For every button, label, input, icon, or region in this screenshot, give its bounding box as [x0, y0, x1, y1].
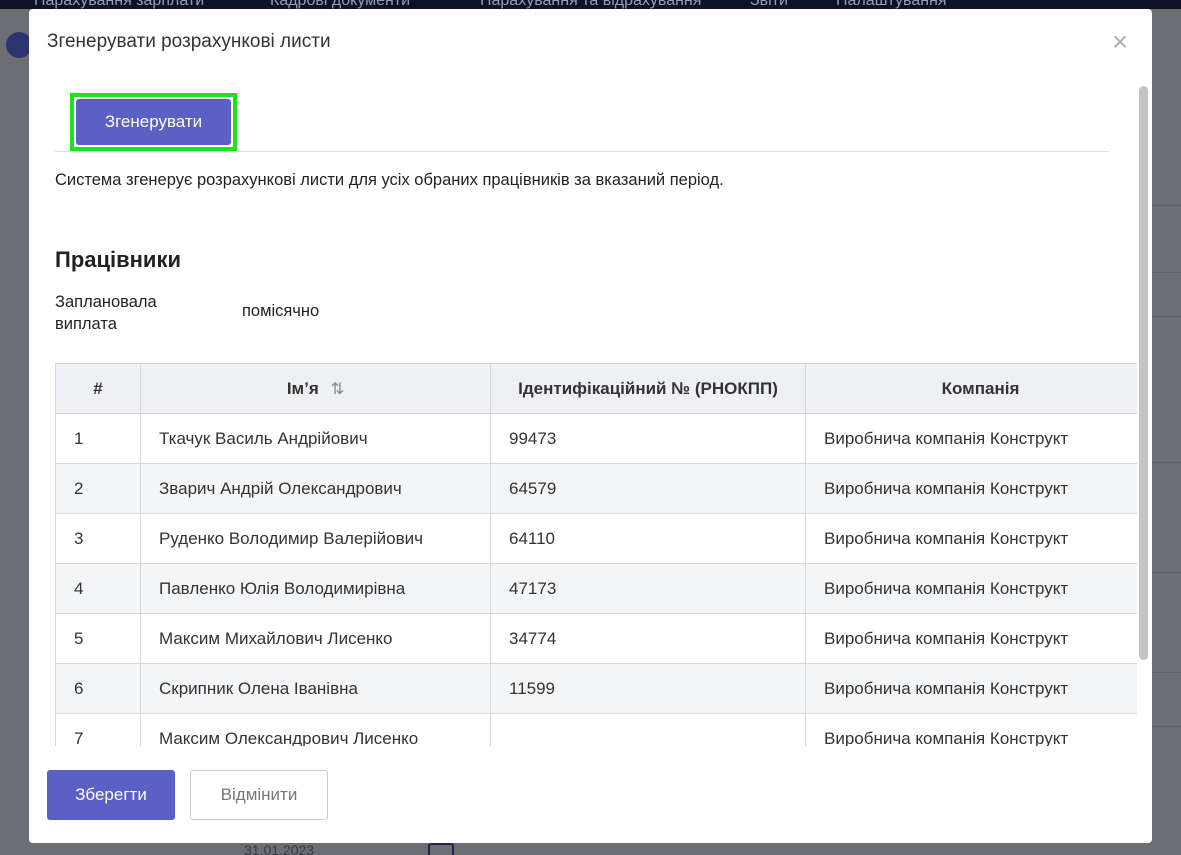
bg-nav-item: Налаштування: [836, 0, 947, 9]
column-header-label: #: [93, 378, 103, 398]
cell-id: 99473: [490, 413, 806, 464]
cell-name: Ткачук Василь Андрійович: [140, 413, 491, 464]
cell-company: Виробнича компанія Конструкт: [805, 613, 1137, 664]
table-row[interactable]: 3 Руденко Володимир Валерійович 64110 Ви…: [55, 513, 1137, 564]
bg-nav-item: Парахування зарплати: [34, 0, 205, 9]
divider: [55, 151, 1109, 152]
cell-name: Руденко Володимир Валерійович: [140, 513, 491, 564]
planned-payment-value: помісячно: [242, 302, 320, 320]
cancel-button[interactable]: Відмінити: [190, 770, 328, 820]
cell-number: 1: [55, 413, 141, 464]
cell-company: Виробнича компанія Конструкт: [805, 713, 1137, 746]
generate-payslips-modal: Згенерувати розрахункові листи × Згенеру…: [29, 9, 1152, 843]
bg-divider: [1152, 316, 1181, 317]
table-header-row: # Ім’я ⇅ Ідентифікаційний № (РНОКПП) Комп…: [55, 363, 1137, 414]
close-icon[interactable]: ×: [1109, 28, 1131, 56]
cell-name: Павленко Юлія Володимирівна: [140, 563, 491, 614]
modal-body[interactable]: Згенерувати Система згенерує розрахунков…: [29, 84, 1137, 746]
cell-company: Виробнича компанія Конструкт: [805, 663, 1137, 714]
table-row[interactable]: 4 Павленко Юлія Володимирівна 47173 Виро…: [55, 563, 1137, 614]
cell-id: 64579: [490, 463, 806, 514]
generate-button[interactable]: Згенерувати: [76, 99, 231, 145]
column-header-company: Компанія: [805, 363, 1137, 414]
save-button[interactable]: Зберегти: [47, 770, 175, 820]
cell-number: 3: [55, 513, 141, 564]
cell-name: Зварич Андрій Олександрович: [140, 463, 491, 514]
cell-name: Максим Михайлович Лисенко: [140, 613, 491, 664]
cell-company: Виробнича компанія Конструкт: [805, 413, 1137, 464]
cell-id: [490, 713, 806, 746]
column-header-label: Ідентифікаційний № (РНОКПП): [518, 378, 778, 398]
modal-footer: Зберегти Відмінити: [29, 746, 1152, 843]
cell-number: 5: [55, 613, 141, 664]
column-header-name[interactable]: Ім’я ⇅: [140, 363, 491, 414]
table-body: 1 Ткачук Василь Андрійович 99473 Виробни…: [55, 413, 1137, 746]
table-row[interactable]: 1 Ткачук Василь Андрійович 99473 Виробни…: [55, 413, 1137, 464]
employees-section-title: Працівники: [55, 247, 181, 272]
bg-nav-item: Звіти: [750, 0, 788, 9]
employees-table: # Ім’я ⇅ Ідентифікаційний № (РНОКПП) Комп…: [55, 363, 1137, 746]
bg-divider: [1152, 672, 1181, 673]
cell-number: 7: [55, 713, 141, 746]
modal-title: Згенерувати розрахункові листи: [47, 31, 331, 52]
cell-id: 34774: [490, 613, 806, 664]
cell-id: 64110: [490, 513, 806, 564]
bg-divider: [1152, 572, 1181, 573]
cell-name: Максим Олександрович Лисенко: [140, 713, 491, 746]
bg-divider: [1152, 272, 1181, 273]
bg-calendar-icon: [428, 843, 454, 855]
planned-payment-label: Заплановала виплата: [55, 293, 157, 333]
table-row[interactable]: 7 Максим Олександрович Лисенко Виробнича…: [55, 713, 1137, 746]
sort-icon[interactable]: ⇅: [331, 379, 344, 399]
cell-company: Виробнича компанія Конструкт: [805, 563, 1137, 614]
cell-number: 6: [55, 663, 141, 714]
cell-name: Скрипник Олена Іванівна: [140, 663, 491, 714]
bg-nav-item: Парахування та відрахування: [480, 0, 702, 9]
table-row[interactable]: 6 Скрипник Олена Іванівна 11599 Виробнич…: [55, 663, 1137, 714]
cell-number: 2: [55, 463, 141, 514]
column-header-label: Ім’я: [286, 378, 319, 398]
background-top-nav: Парахування зарплати Кадрові документи П…: [0, 0, 1181, 9]
column-header-label: Компанія: [941, 378, 1020, 398]
bg-divider: [1152, 205, 1181, 206]
table-row[interactable]: 2 Зварич Андрій Олександрович 64579 Виро…: [55, 463, 1137, 514]
bg-divider: [1152, 462, 1181, 463]
cell-id: 11599: [490, 663, 806, 714]
column-header-id: Ідентифікаційний № (РНОКПП): [490, 363, 806, 414]
scrollbar-thumb[interactable]: [1139, 86, 1148, 660]
description-text: Система згенерує розрахункові листи для …: [55, 171, 724, 189]
column-header-number: #: [55, 363, 141, 414]
cell-company: Виробнича компанія Конструкт: [805, 463, 1137, 514]
cell-number: 4: [55, 563, 141, 614]
cell-id: 47173: [490, 563, 806, 614]
cell-company: Виробнича компанія Конструкт: [805, 513, 1137, 564]
bg-nav-item: Кадрові документи: [270, 0, 411, 9]
bg-divider: [1152, 726, 1181, 727]
table-row[interactable]: 5 Максим Михайлович Лисенко 34774 Виробн…: [55, 613, 1137, 664]
